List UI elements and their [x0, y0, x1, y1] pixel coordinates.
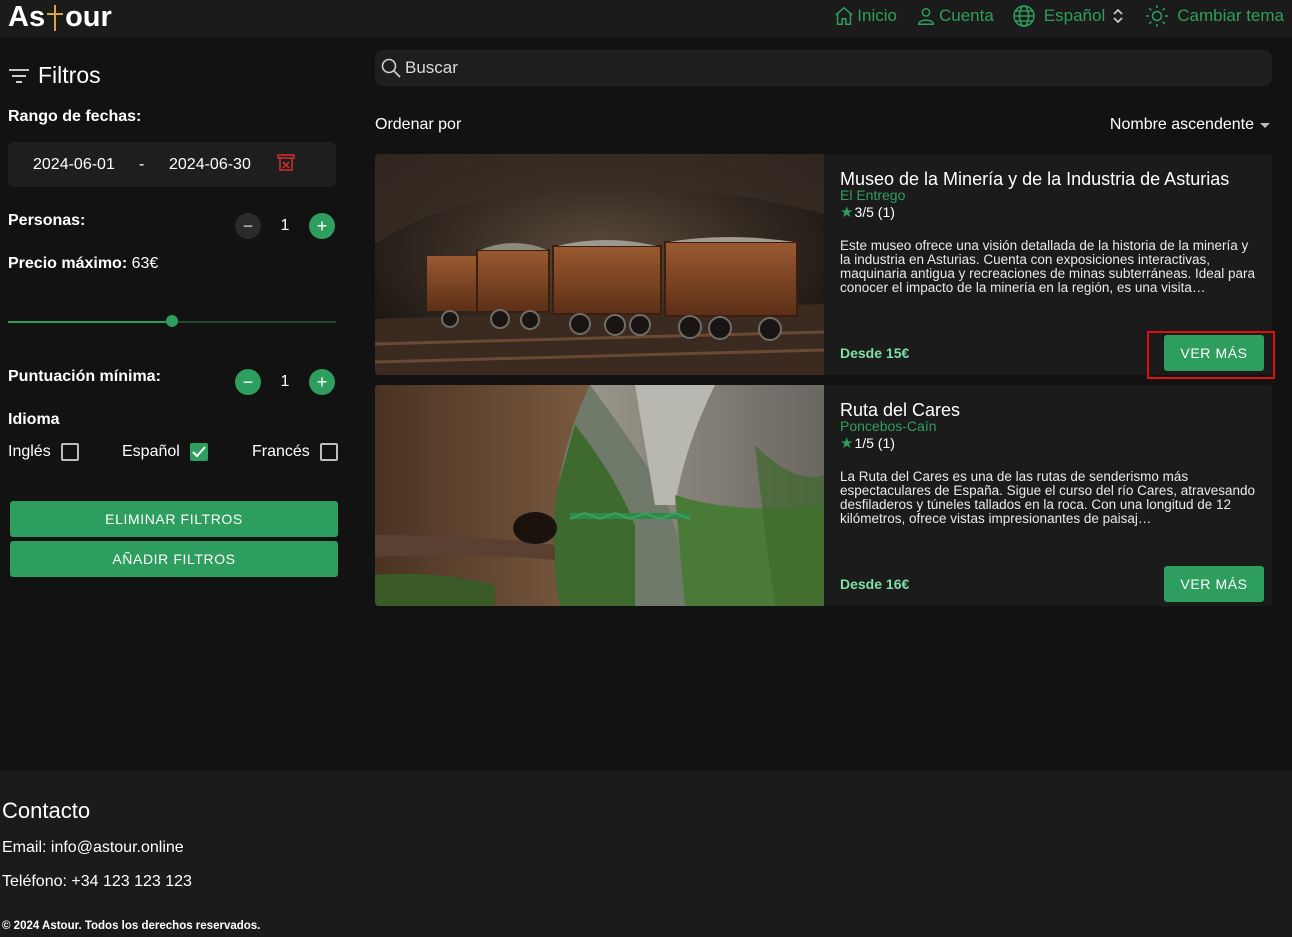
card-rating: ★ 3/5 (1)	[840, 203, 895, 221]
rating-stepper: − 1 +	[235, 369, 335, 395]
language-label: Español	[1043, 6, 1106, 25]
people-increment-button[interactable]: +	[309, 213, 335, 239]
search-bar[interactable]	[375, 50, 1272, 86]
nav-account[interactable]: Cuenta	[915, 5, 994, 27]
chevron-updown-icon	[1113, 8, 1123, 24]
filters-title: Filtros	[38, 62, 101, 88]
order-value: Nombre ascendente	[1109, 116, 1254, 133]
logo-text-left: As	[8, 0, 46, 33]
date-start[interactable]: 2024-06-01	[33, 156, 115, 174]
mine-carts-image[interactable]	[375, 154, 824, 375]
sun-icon	[1146, 5, 1169, 27]
check-icon	[192, 446, 206, 458]
contact-phone: Teléfono: +34 123 123 123	[2, 873, 192, 890]
nav-home-label: Inicio	[857, 6, 897, 25]
copyright: © 2024 Astour. Todos los derechos reserv…	[2, 920, 261, 932]
top-nav: Inicio Cuenta Español Cambiar tema	[815, 4, 1284, 28]
rating-decrement-button[interactable]: −	[235, 369, 261, 395]
clear-filters-button[interactable]: ELIMINAR FILTROS	[10, 501, 338, 537]
card-description: Este museo ofrece una visión detallada d…	[840, 239, 1255, 295]
nav-home[interactable]: Inicio	[833, 5, 897, 27]
home-icon	[835, 6, 854, 25]
date-separator: -	[139, 155, 145, 173]
lang-spanish-label: Español	[122, 443, 180, 460]
footer: Contacto Email: info@astour.online Teléf…	[0, 771, 1292, 937]
contact-heading: Contacto	[2, 798, 91, 823]
search-icon	[381, 58, 401, 78]
date-end[interactable]: 2024-06-30	[169, 156, 251, 174]
dropdown-arrow-icon	[1260, 122, 1270, 128]
lang-option-french[interactable]: Francés	[252, 443, 338, 461]
header: As our Inicio Cuenta Español Cambiar tem…	[0, 0, 1292, 38]
filter-icon	[9, 68, 29, 83]
see-more-button[interactable]: VER MÁS	[1164, 566, 1264, 602]
slider-thumb[interactable]	[166, 315, 178, 327]
search-input[interactable]	[405, 58, 1205, 78]
filters-heading: Filtros	[8, 62, 101, 89]
contact-email[interactable]: Email: info@astour.online	[2, 839, 184, 857]
tour-card: Ruta del Cares Poncebos-Caín ★ 1/5 (1) L…	[375, 385, 1272, 606]
rating-value: 1	[280, 373, 290, 390]
lang-english-label: Inglés	[8, 443, 51, 460]
card-rating-value: 3/5 (1)	[854, 204, 895, 220]
astour-logo[interactable]: As our	[8, 0, 112, 34]
clear-dates-icon[interactable]	[276, 154, 296, 177]
people-decrement-button[interactable]: −	[235, 213, 261, 239]
lang-spanish-checkbox[interactable]	[189, 443, 208, 461]
date-range-label: Rango de fechas:	[8, 108, 142, 125]
lang-option-english[interactable]: Inglés	[8, 443, 79, 461]
max-price-label: Precio máximo: 63€	[8, 255, 158, 273]
max-price-slider[interactable]	[8, 315, 336, 327]
user-icon	[917, 7, 935, 25]
language-options: Inglés Español Francés	[8, 443, 338, 465]
nav-account-label: Cuenta	[938, 6, 994, 25]
card-price: Desde 15€	[840, 345, 910, 361]
people-label: Personas:	[8, 212, 86, 229]
add-filters-button[interactable]: AÑADIR FILTROS	[10, 541, 338, 577]
lang-french-checkbox[interactable]	[319, 443, 338, 461]
star-icon: ★	[840, 204, 854, 221]
card-price: Desde 16€	[840, 576, 910, 592]
language-filter-label: Idioma	[8, 411, 60, 428]
people-value: 1	[280, 217, 290, 234]
see-more-button[interactable]: VER MÁS	[1164, 335, 1264, 371]
tour-card: Museo de la Minería y de la Industria de…	[375, 154, 1272, 375]
date-range-picker[interactable]: 2024-06-01 - 2024-06-30	[8, 142, 336, 187]
max-price-value: 63€	[131, 255, 159, 272]
theme-toggle[interactable]: Cambiar tema	[1145, 4, 1284, 28]
theme-label: Cambiar tema	[1177, 6, 1284, 25]
people-stepper: − 1 +	[235, 213, 335, 239]
logo-text-right: our	[65, 0, 112, 33]
order-label: Ordenar por	[375, 116, 462, 133]
gorge-trail-image[interactable]	[375, 385, 824, 606]
order-select[interactable]: Nombre ascendente	[1110, 116, 1270, 134]
language-select[interactable]: Español	[1012, 4, 1127, 28]
lang-option-spanish[interactable]: Español	[122, 443, 208, 461]
slider-fill	[8, 321, 172, 323]
card-rating-value: 1/5 (1)	[854, 435, 895, 451]
star-icon: ★	[840, 435, 854, 452]
lang-french-label: Francés	[252, 443, 310, 460]
card-location: El Entrego	[840, 187, 906, 203]
rating-increment-button[interactable]: +	[309, 369, 335, 395]
card-description: La Ruta del Cares es una de las rutas de…	[840, 470, 1255, 526]
card-rating: ★ 1/5 (1)	[840, 434, 895, 452]
card-location: Poncebos-Caín	[840, 418, 937, 434]
lang-english-checkbox[interactable]	[60, 443, 79, 461]
min-rating-label: Puntuación mínima:	[8, 368, 161, 385]
max-price-label-text: Precio máximo:	[8, 255, 128, 272]
globe-icon	[1013, 5, 1035, 27]
cross-icon	[45, 2, 65, 32]
